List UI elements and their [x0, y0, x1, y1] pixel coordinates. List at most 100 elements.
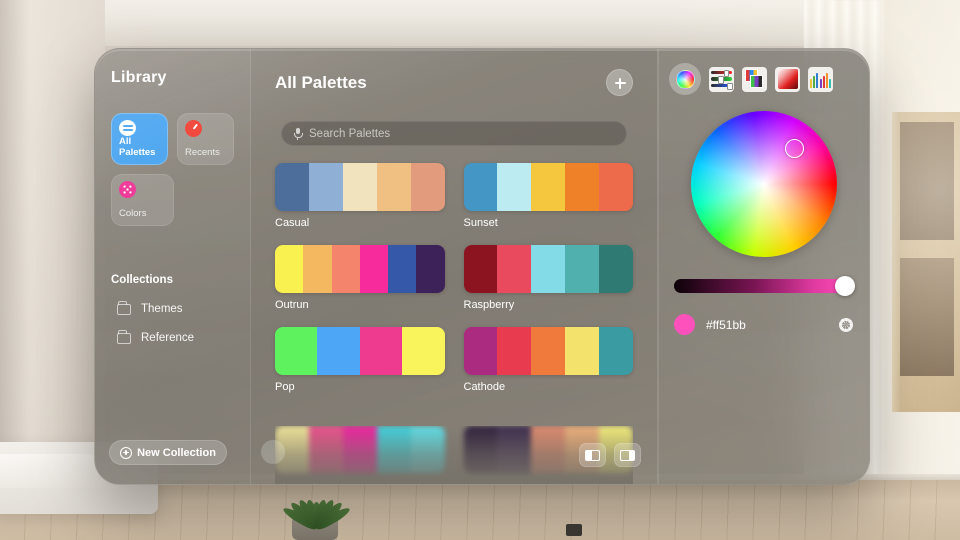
brightness-track — [674, 279, 853, 293]
search-input[interactable]: Search Palettes — [281, 121, 627, 146]
sidebar-item-label: All Palettes — [119, 136, 156, 158]
palette-swatch — [565, 245, 600, 293]
palette-swatch — [463, 327, 498, 375]
tab-color-pencils[interactable] — [808, 66, 833, 92]
tab-color-spectrum[interactable] — [775, 66, 800, 92]
palette-card[interactable]: Casual — [275, 163, 445, 229]
new-collection-label: New Collection — [137, 446, 216, 459]
palette-swatch — [531, 245, 566, 293]
palette-swatch — [317, 327, 360, 375]
palette-card[interactable]: Raspberry — [463, 245, 633, 311]
palette-card[interactable]: Cathode — [463, 327, 633, 393]
palette-swatches — [463, 163, 633, 211]
palette-swatch — [402, 327, 445, 375]
new-collection-button[interactable]: New Collection — [109, 440, 227, 465]
color-pencils-icon — [810, 78, 812, 88]
collection-label: Reference — [141, 332, 195, 344]
main-header: All Palettes — [269, 49, 639, 96]
color-wheel-container — [672, 111, 855, 257]
palette-swatches — [275, 327, 445, 375]
selected-color-row: #ff51bb — [672, 314, 855, 335]
palette-swatches — [275, 426, 445, 474]
palette-swatch — [599, 245, 633, 293]
palette-swatch — [376, 426, 411, 474]
color-pencils-icon — [825, 72, 828, 88]
palette-swatch — [275, 245, 304, 293]
gear-icon[interactable] — [839, 317, 853, 332]
color-wheel[interactable] — [690, 111, 837, 257]
hex-value[interactable]: #ff51bb — [706, 318, 828, 332]
brightness-slider[interactable] — [672, 276, 855, 296]
sidebar-tiles: All Palettes Recents — [111, 113, 234, 165]
color-picker-tabs — [669, 63, 855, 95]
palette-card[interactable]: Sunset — [463, 163, 633, 229]
palette-swatch — [342, 163, 377, 211]
palette-swatch — [463, 426, 498, 474]
palette-swatch — [308, 426, 343, 474]
add-palette-button[interactable] — [606, 69, 633, 96]
tab-color-sliders[interactable] — [709, 66, 734, 92]
palette-swatch — [497, 327, 532, 375]
palette-swatch — [275, 327, 318, 375]
folder-icon — [117, 329, 131, 344]
search-placeholder: Search Palettes — [309, 127, 391, 140]
palette-swatch — [388, 245, 417, 293]
tab-color-palettes[interactable] — [742, 66, 767, 92]
palette-swatches — [275, 245, 445, 293]
collections-header: Collections — [111, 274, 173, 286]
main-content: All Palettes Search Palettes Casual Sunse… — [251, 49, 657, 484]
palette-swatch — [463, 163, 498, 211]
folder-icon — [117, 300, 131, 315]
palette-card[interactable]: Pop — [275, 327, 445, 393]
palette-swatch — [497, 426, 532, 474]
sidebar-right-toggle-button[interactable] — [614, 443, 641, 467]
palette-swatch — [497, 163, 532, 211]
sidebar-left-toggle-button[interactable] — [579, 443, 606, 467]
palette-name: Outrun — [275, 299, 309, 311]
sidebar-item-label: Colors — [119, 208, 147, 219]
color-sliders-icon — [711, 69, 732, 77]
palette-swatch — [359, 327, 403, 375]
app-window: Library All Palettes Recents Colors Coll… — [94, 48, 870, 485]
sidebar-collection-reference[interactable]: Reference — [111, 329, 234, 344]
color-wheel-icon — [675, 69, 695, 89]
palette-swatch — [416, 245, 445, 293]
palette-grid: Casual Sunset Outrun Raspberry Pop Cathode — [269, 163, 639, 393]
sidebar-item-all-palettes[interactable]: All Palettes — [111, 113, 168, 165]
grid-dots-icon — [119, 181, 136, 198]
palette-card[interactable]: Outrun — [275, 245, 445, 311]
palette-swatch — [331, 245, 360, 293]
page-title: All Palettes — [275, 72, 367, 92]
sidebar-item-label: Recents — [185, 147, 220, 158]
selected-color-swatch[interactable] — [674, 314, 695, 335]
sidebar-item-colors[interactable]: Colors — [111, 174, 174, 226]
palette-swatch — [275, 163, 309, 211]
color-pencils-icon — [822, 75, 825, 88]
palette-swatch — [303, 245, 332, 293]
palette-swatch — [342, 426, 377, 474]
palette-name: Raspberry — [463, 299, 515, 311]
tab-color-wheel[interactable] — [669, 63, 701, 95]
palette-swatch — [410, 163, 445, 211]
palette-swatch — [531, 163, 566, 211]
color-spectrum-icon — [777, 69, 798, 89]
refresh-icon[interactable] — [261, 440, 285, 464]
sidebar-right-icon — [620, 449, 635, 461]
palette-swatch — [565, 327, 600, 375]
color-wheel-cursor[interactable] — [784, 139, 804, 158]
brightness-knob[interactable] — [835, 276, 855, 296]
sidebar-title: Library — [111, 69, 167, 86]
palette-swatch — [497, 245, 532, 293]
microphone-icon — [294, 128, 303, 141]
color-pencils-icon — [813, 75, 816, 88]
palette-swatch — [463, 245, 498, 293]
palette-name: Casual — [275, 217, 310, 229]
palette-swatch — [599, 327, 633, 375]
sidebar-collection-themes[interactable]: Themes — [111, 300, 234, 315]
palette-name: Cathode — [463, 381, 506, 393]
sidebar-left-icon — [585, 449, 600, 461]
palette-swatch — [376, 163, 411, 211]
palette-swatch — [531, 327, 566, 375]
color-pencils-icon — [816, 72, 819, 88]
sidebar-item-recents[interactable]: Recents — [177, 113, 234, 165]
